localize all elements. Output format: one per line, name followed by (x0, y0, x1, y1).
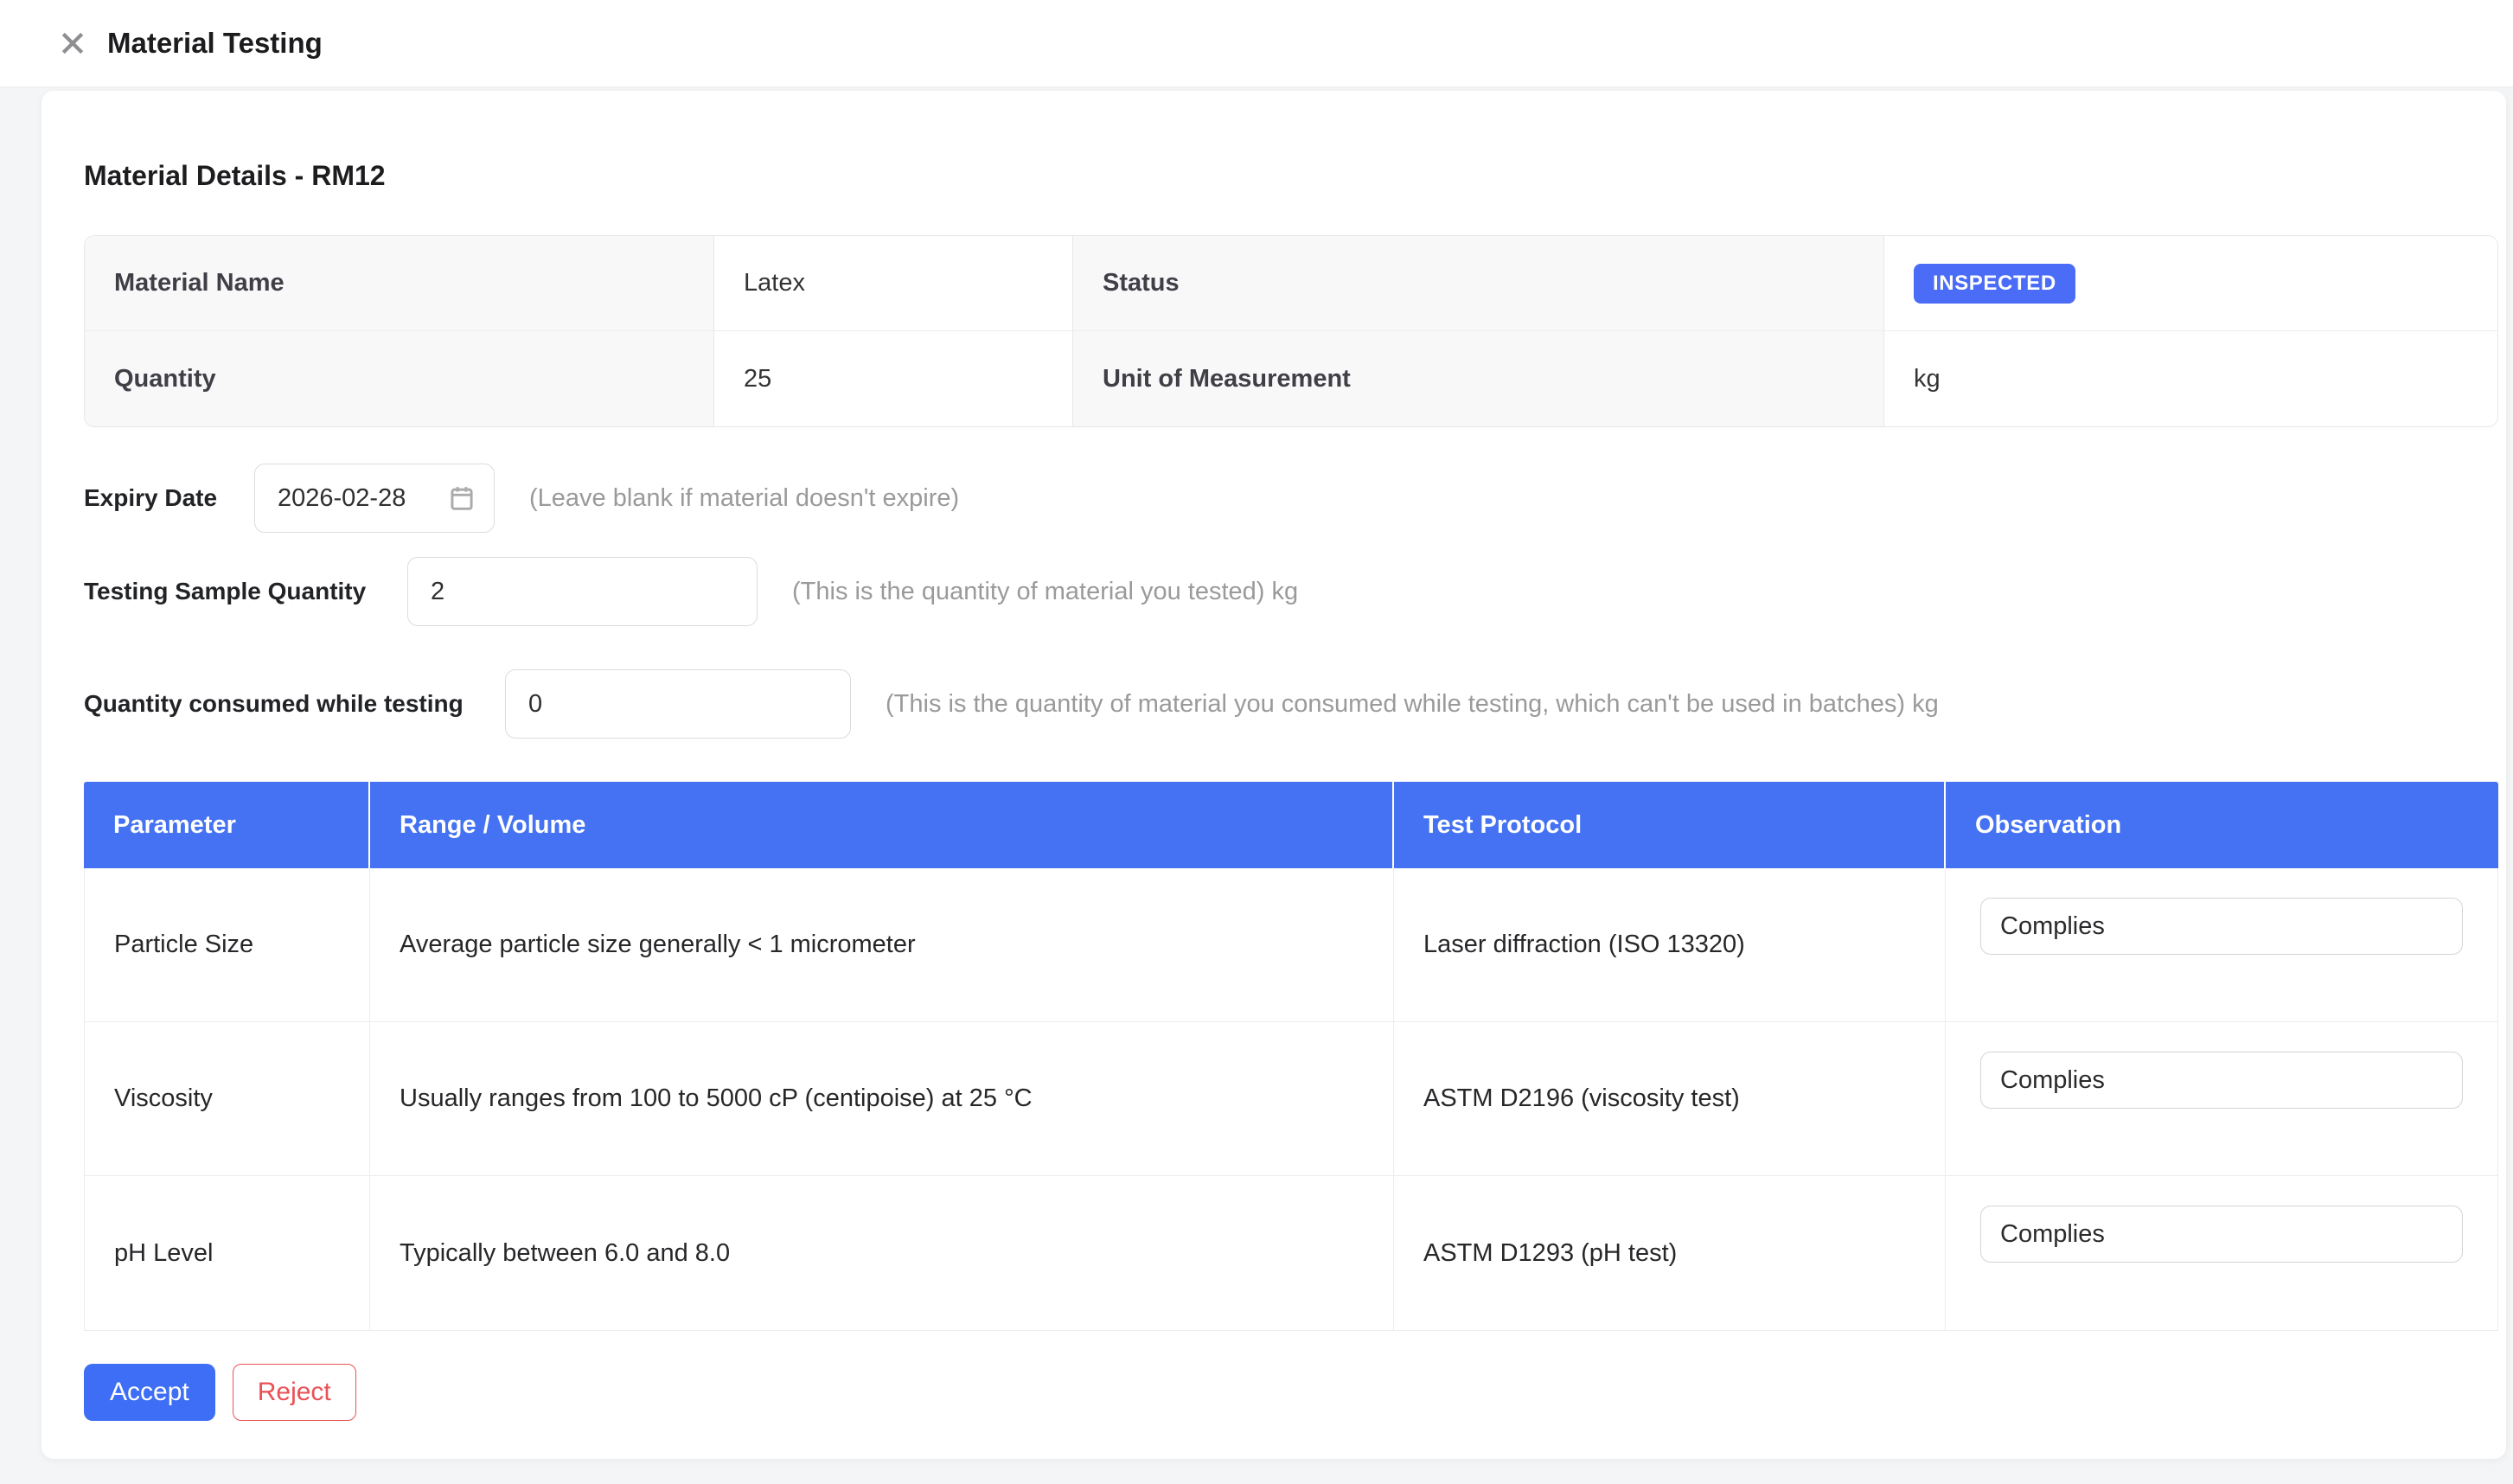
status-badge: INSPECTED (1914, 264, 2075, 304)
action-buttons: Accept Reject (84, 1364, 2498, 1421)
detail-label-quantity: Quantity (85, 331, 714, 426)
header-parameter: Parameter (84, 782, 370, 868)
dialog-header: Material Testing (0, 0, 2513, 87)
consumed-qty-input[interactable] (505, 669, 851, 739)
sample-qty-hint: (This is the quantity of material you te… (792, 578, 1298, 606)
cell-observation (1946, 868, 2497, 1021)
detail-label-material-name: Material Name (85, 236, 714, 331)
cell-observation (1946, 1022, 2497, 1175)
close-icon[interactable] (55, 26, 90, 61)
test-parameters-table: Parameter Range / Volume Test Protocol O… (84, 782, 2498, 1331)
detail-label-uom: Unit of Measurement (1073, 331, 1884, 426)
consumed-qty-label: Quantity consumed while testing (84, 690, 505, 718)
observation-input-particle-size[interactable] (1980, 898, 2463, 955)
material-testing-card: Material Details - RM12 Material Name La… (42, 91, 2506, 1459)
cell-protocol: Laser diffraction (ISO 13320) (1394, 868, 1946, 1021)
cell-range: Usually ranges from 100 to 5000 cP (cent… (370, 1022, 1394, 1175)
expiry-date-value: 2026-02-28 (278, 484, 406, 513)
cell-protocol: ASTM D2196 (viscosity test) (1394, 1022, 1946, 1175)
cell-protocol: ASTM D1293 (pH test) (1394, 1176, 1946, 1330)
table-row-viscosity: Viscosity Usually ranges from 100 to 500… (85, 1022, 2497, 1176)
dialog-title: Material Testing (107, 27, 323, 60)
detail-value-uom: kg (1884, 331, 2497, 426)
expiry-date-hint: (Leave blank if material doesn't expire) (529, 484, 959, 513)
detail-label-status: Status (1073, 236, 1884, 331)
sample-qty-input[interactable] (407, 557, 758, 626)
cell-range: Typically between 6.0 and 8.0 (370, 1176, 1394, 1330)
section-title: Material Details - RM12 (84, 160, 2498, 192)
detail-value-status: INSPECTED (1884, 236, 2497, 331)
cell-range: Average particle size generally < 1 micr… (370, 868, 1394, 1021)
calendar-icon (449, 484, 475, 512)
consumed-qty-row: Quantity consumed while testing (This is… (84, 669, 2498, 739)
test-table-header: Parameter Range / Volume Test Protocol O… (84, 782, 2498, 868)
detail-value-material-name: Latex (714, 236, 1073, 331)
sample-qty-label: Testing Sample Quantity (84, 578, 407, 605)
header-range-volume: Range / Volume (370, 782, 1394, 868)
table-row-particle-size: Particle Size Average particle size gene… (85, 868, 2497, 1022)
table-row-ph-level: pH Level Typically between 6.0 and 8.0 A… (85, 1176, 2497, 1330)
material-details-table: Material Name Latex Status INSPECTED Qua… (84, 235, 2498, 427)
accept-button[interactable]: Accept (84, 1364, 215, 1421)
header-test-protocol: Test Protocol (1394, 782, 1946, 868)
cell-parameter: Particle Size (85, 868, 370, 1021)
expiry-date-row: Expiry Date 2026-02-28 (Leave blank if m… (84, 464, 2498, 533)
consumed-qty-hint: (This is the quantity of material you co… (886, 690, 1939, 719)
reject-button[interactable]: Reject (233, 1364, 356, 1421)
cell-observation (1946, 1176, 2497, 1330)
detail-value-quantity: 25 (714, 331, 1073, 426)
expiry-date-label: Expiry Date (84, 484, 254, 512)
test-table-body: Particle Size Average particle size gene… (84, 868, 2498, 1331)
expiry-date-input[interactable]: 2026-02-28 (254, 464, 495, 533)
cell-parameter: Viscosity (85, 1022, 370, 1175)
observation-input-ph-level[interactable] (1980, 1206, 2463, 1263)
cell-parameter: pH Level (85, 1176, 370, 1330)
sample-qty-row: Testing Sample Quantity (This is the qua… (84, 557, 2498, 626)
header-observation: Observation (1946, 782, 2498, 868)
observation-input-viscosity[interactable] (1980, 1052, 2463, 1109)
